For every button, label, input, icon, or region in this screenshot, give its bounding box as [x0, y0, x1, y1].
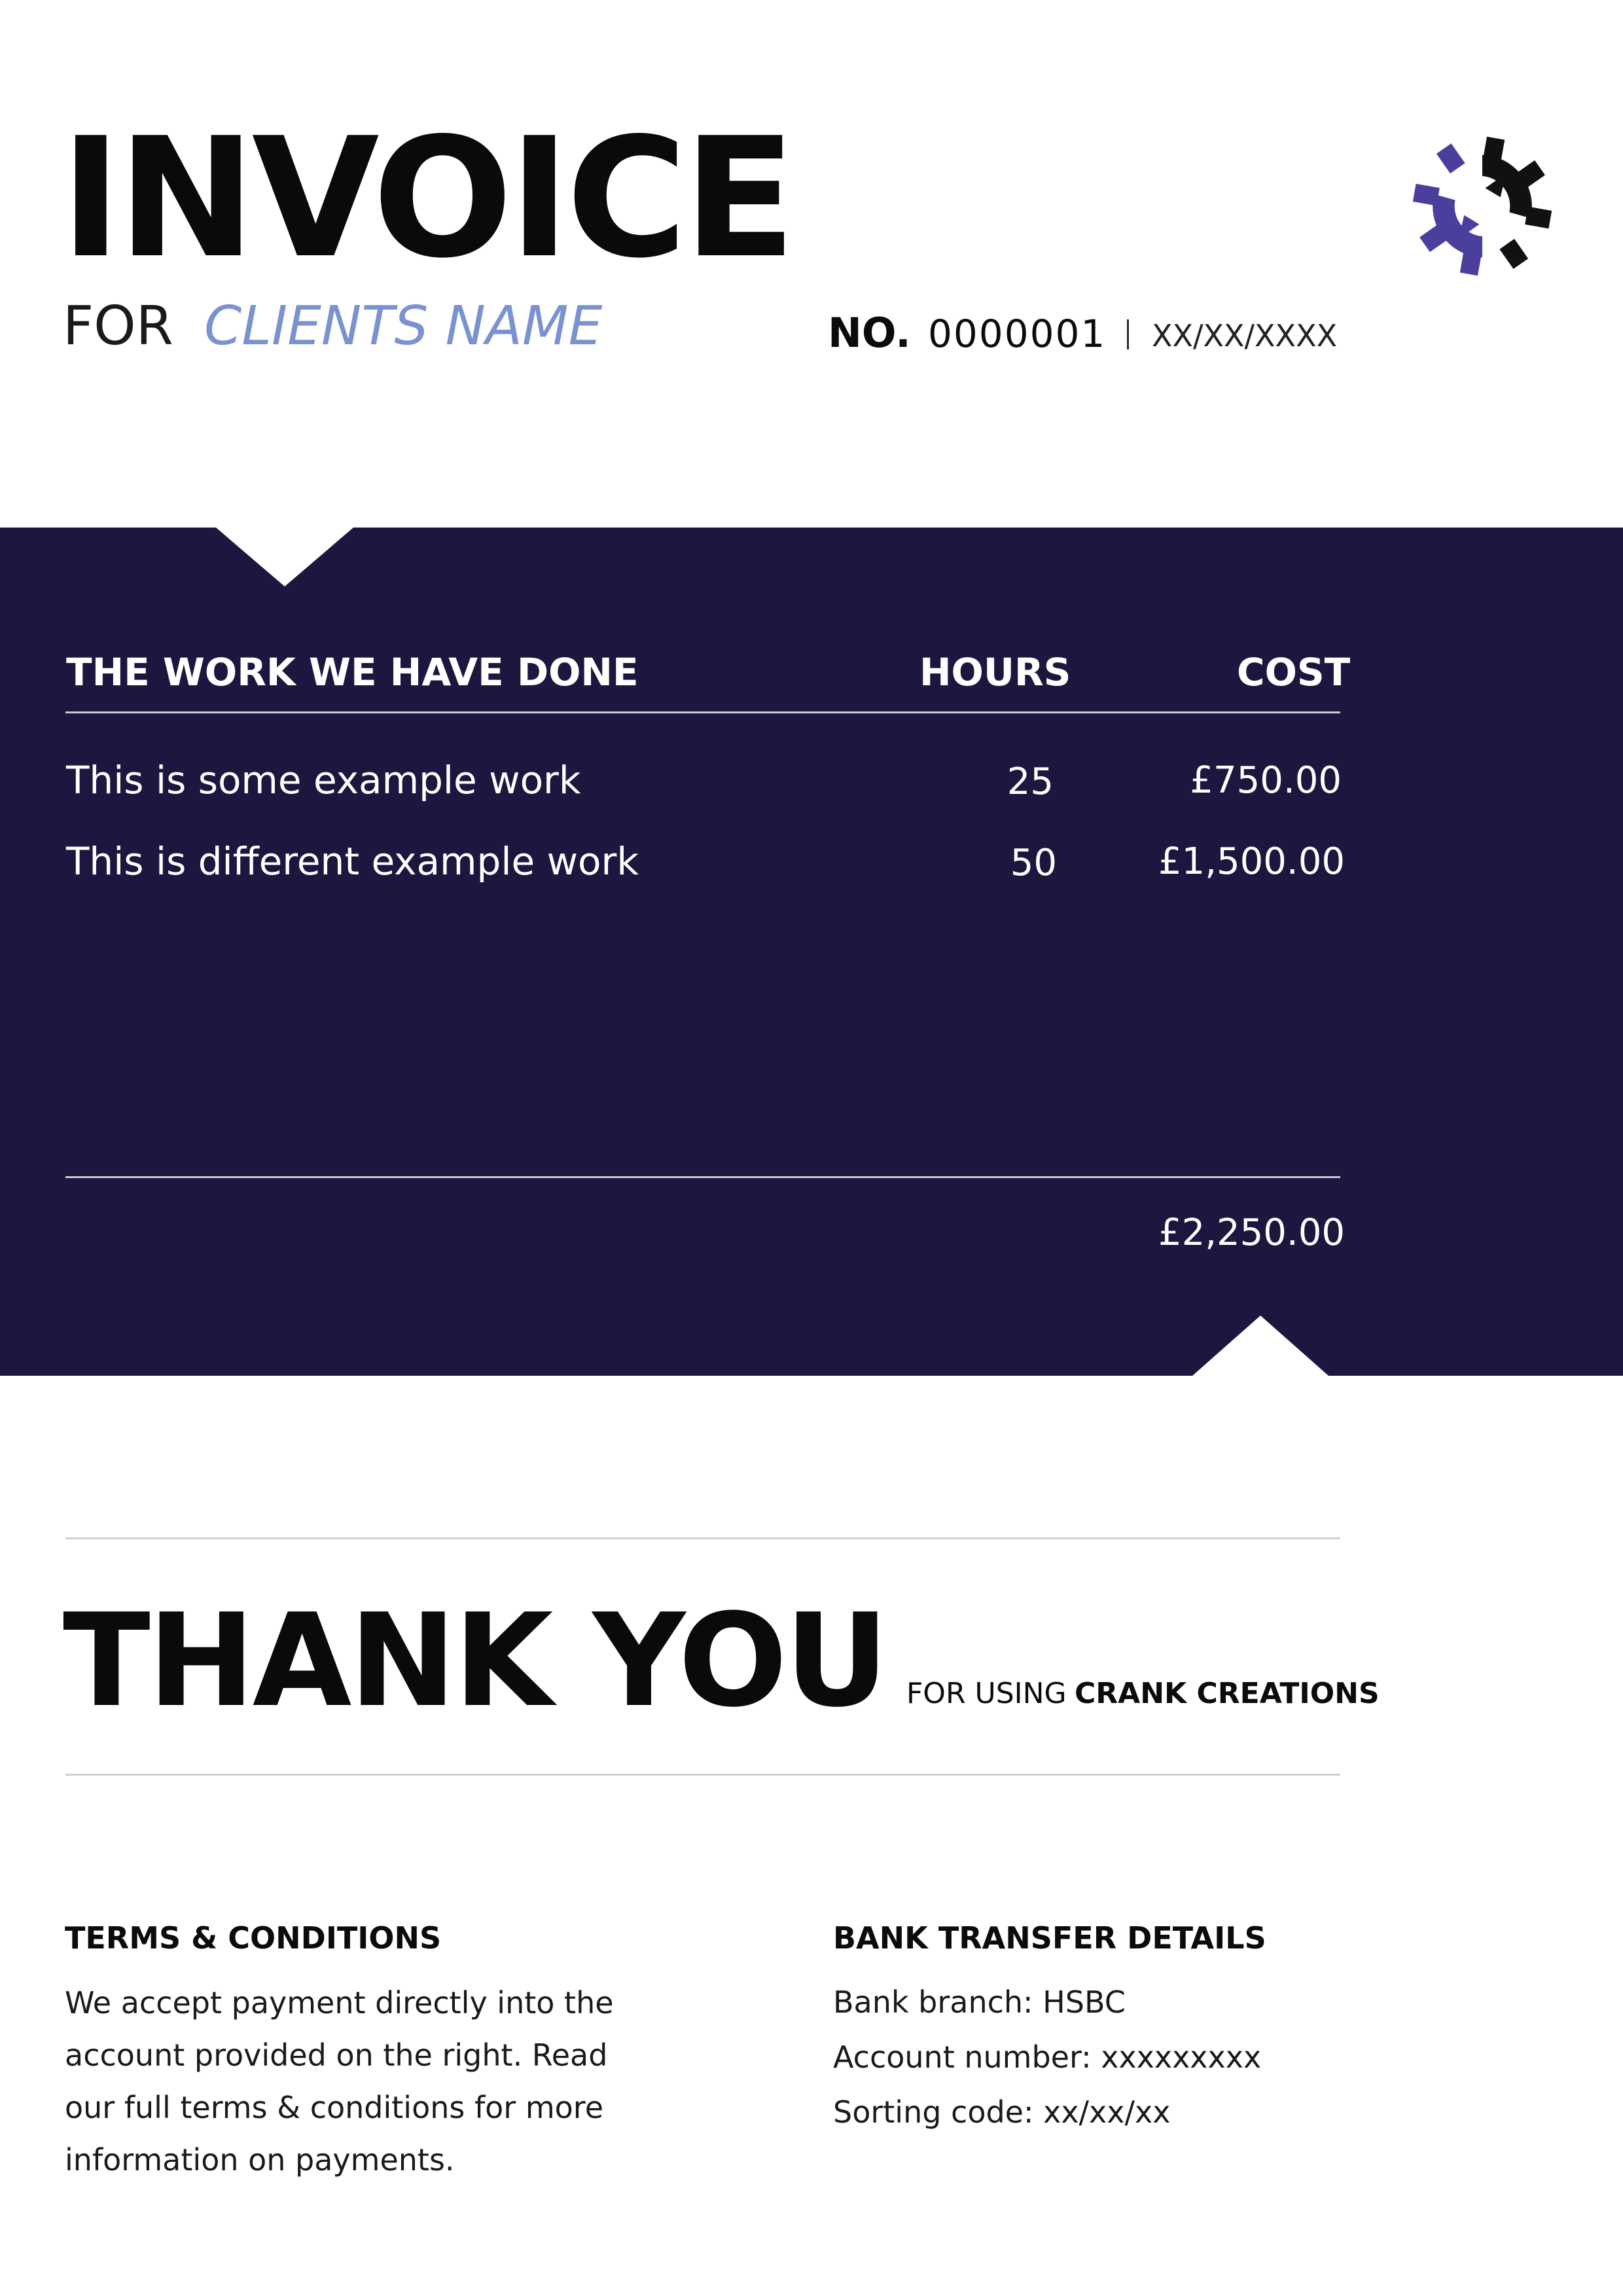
row-2-hours: 50 [1010, 842, 1057, 884]
gear-refresh-icon [1412, 136, 1552, 276]
for-label: FOR [63, 295, 173, 357]
table-header-rule [65, 711, 1340, 713]
thanks-bottom-rule [65, 1774, 1340, 1776]
row-2-cost: £1,500.00 [1158, 840, 1345, 883]
thank-you-headline: THANK YOU [63, 1587, 889, 1736]
client-name: CLIENTS NAME [204, 295, 603, 357]
cost-column-header: COST [1237, 650, 1351, 694]
invoice-total: £2,250.00 [1158, 1211, 1345, 1254]
hours-column-header: HOURS [919, 650, 1071, 694]
invoice-number: 0000001 [928, 312, 1107, 356]
thanks-top-rule [65, 1537, 1340, 1539]
row-2-description: This is different example work [66, 839, 639, 884]
row-1-cost: £750.00 [1190, 759, 1342, 802]
bank-branch: Bank branch: HSBC [833, 1984, 1126, 2020]
company-name: CRANK CREATIONS [1075, 1677, 1380, 1710]
number-date-divider [1127, 319, 1129, 350]
band-notch-top [216, 528, 353, 586]
for-using-label: FOR USING [906, 1677, 1067, 1710]
invoice-date: XX/XX/XXXX [1152, 318, 1338, 353]
terms-heading: TERMS & CONDITIONS [65, 1920, 442, 1956]
row-1-description: This is some example work [66, 758, 581, 802]
row-1-hours: 25 [1007, 761, 1054, 803]
bank-heading: BANK TRANSFER DETAILS [833, 1920, 1266, 1956]
bank-account-number: Account number: xxxxxxxxx [833, 2039, 1262, 2075]
band-notch-bottom [1192, 1316, 1329, 1376]
terms-body: We accept payment directly into the acco… [65, 1985, 614, 2178]
invoice-number-label: NO. [828, 309, 911, 357]
invoice-title: INVOICE [60, 103, 796, 295]
work-column-header: THE WORK WE HAVE DONE [66, 650, 639, 694]
bank-sorting-code: Sorting code: xx/xx/xx [833, 2094, 1171, 2130]
table-total-rule [65, 1176, 1340, 1178]
